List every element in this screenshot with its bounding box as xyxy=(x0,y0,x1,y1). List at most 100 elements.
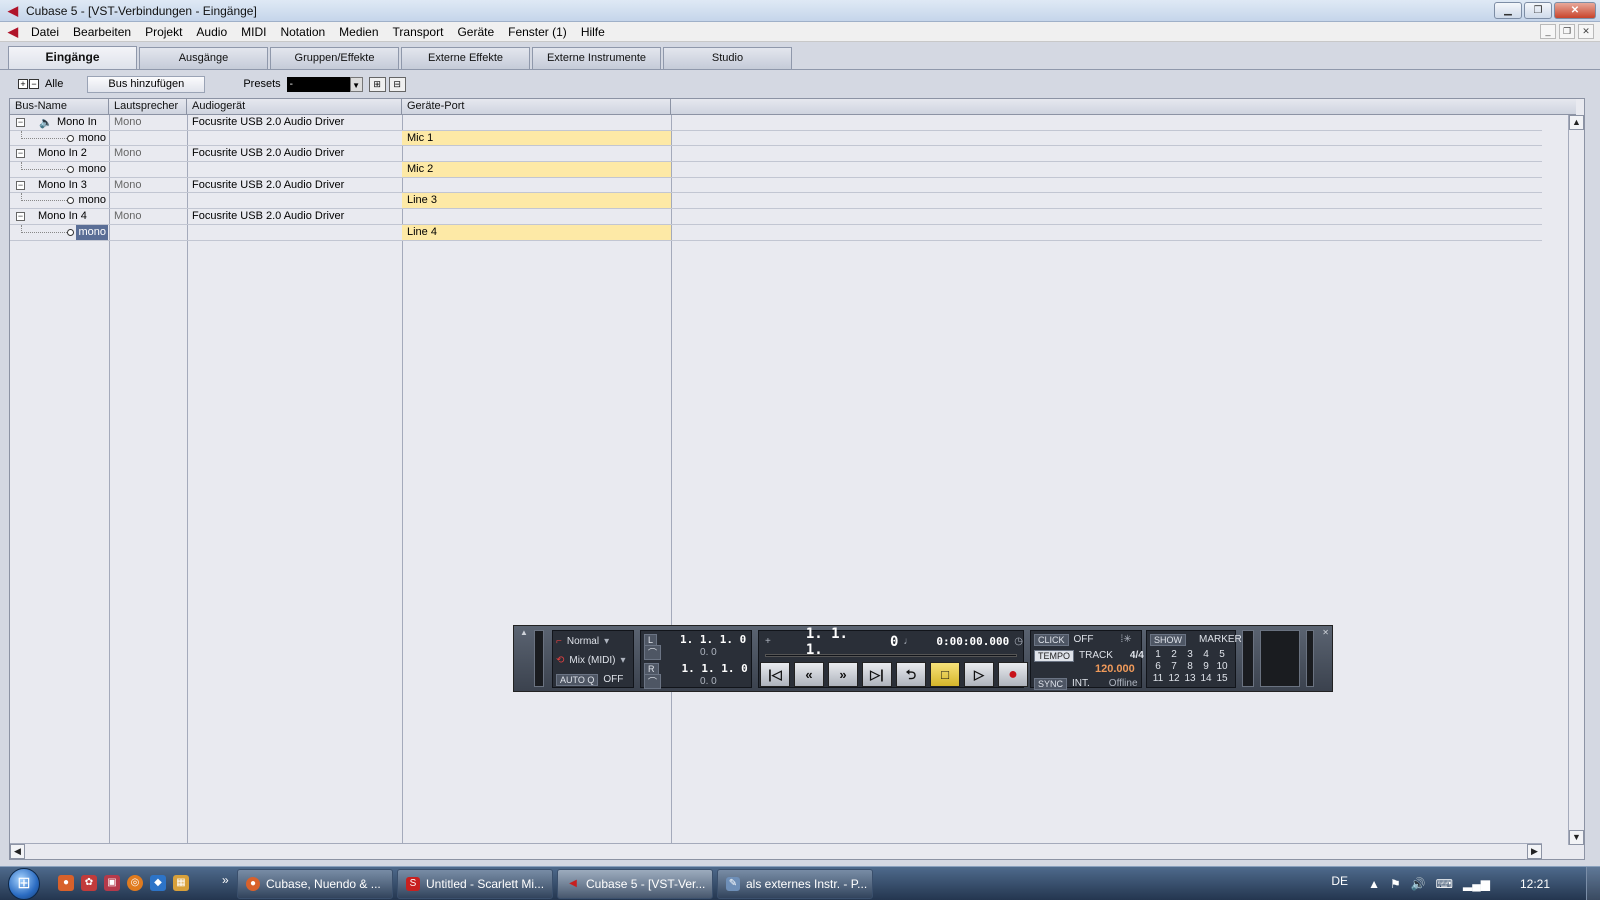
device-port[interactable] xyxy=(402,115,671,130)
clock-icon[interactable]: ◷ xyxy=(1014,636,1023,647)
speaker-config[interactable]: Mono xyxy=(109,178,187,193)
close-icon[interactable]: ✕ xyxy=(1322,628,1329,637)
sync-button[interactable]: SYNC xyxy=(1034,677,1068,690)
collapse-icon[interactable]: − xyxy=(16,149,25,159)
channel-name[interactable]: mono xyxy=(76,131,108,146)
scroll-left-icon[interactable]: ◀ xyxy=(10,844,25,859)
show-markers-button[interactable]: SHOW xyxy=(1150,633,1186,646)
punch-in-icon[interactable]: ⌒ xyxy=(644,645,662,660)
table-row[interactable]: − Mono In 2 Mono Focusrite USB 2.0 Audio… xyxy=(10,146,1542,163)
scroll-up-icon[interactable]: ▲ xyxy=(1569,115,1584,130)
click-button[interactable]: CLICK xyxy=(1034,633,1069,646)
position-time[interactable]: 0:00:00.000 xyxy=(936,635,1009,648)
menu-fenster[interactable]: Fenster (1) xyxy=(501,25,574,39)
table-row[interactable]: mono Line 3 xyxy=(10,193,1542,210)
volume-icon[interactable]: 🔊 xyxy=(1411,877,1426,891)
add-bus-button[interactable]: Bus hinzufügen xyxy=(87,75,206,93)
action-center-icon[interactable]: ⚑ xyxy=(1390,877,1401,891)
audio-device[interactable]: Focusrite USB 2.0 Audio Driver xyxy=(187,209,402,224)
bus-name[interactable]: Mono In 4 xyxy=(38,209,87,224)
marker-button[interactable]: 9 xyxy=(1198,661,1214,672)
tempo-button[interactable]: TEMPO xyxy=(1034,649,1075,662)
tab-gruppen-effekte[interactable]: Gruppen/Effekte xyxy=(270,47,399,69)
start-button[interactable]: ⊞ xyxy=(8,868,40,900)
marker-button[interactable]: 5 xyxy=(1214,649,1230,660)
collapse-all-icon[interactable]: − xyxy=(29,79,39,89)
precount-icon[interactable]: ⁞✳ xyxy=(1121,634,1132,645)
marker-button[interactable]: 4 xyxy=(1198,649,1214,660)
app-icon[interactable]: ◎ xyxy=(127,875,143,891)
punch-out-icon[interactable]: ⌒ xyxy=(644,674,662,689)
stop-button[interactable]: □ xyxy=(930,662,960,687)
marker-button[interactable]: 14 xyxy=(1198,673,1214,684)
horizontal-scrollbar[interactable]: ◀ ▶ xyxy=(10,843,1542,859)
cubase-menu-icon[interactable]: ◀ xyxy=(8,24,24,40)
menu-projekt[interactable]: Projekt xyxy=(138,25,189,39)
minimize-button[interactable]: ▁ xyxy=(1494,2,1522,19)
tab-eingaenge[interactable]: Eingänge xyxy=(8,46,137,70)
show-hidden-icons-icon[interactable]: ▲ xyxy=(1368,877,1380,891)
app-icon[interactable]: ▣ xyxy=(104,875,120,891)
menu-transport[interactable]: Transport xyxy=(386,25,451,39)
tab-ausgaenge[interactable]: Ausgänge xyxy=(139,47,268,69)
left-locator-icon[interactable]: L xyxy=(644,633,658,646)
channel-name-selected[interactable]: mono xyxy=(76,224,108,240)
menu-geraete[interactable]: Geräte xyxy=(450,25,501,39)
taskbar-item[interactable]: ● Cubase, Nuendo & ... xyxy=(237,869,393,899)
chevron-down-icon[interactable]: ▾ xyxy=(621,655,626,666)
channel-name[interactable]: mono xyxy=(76,162,108,177)
device-port[interactable]: Mic 1 xyxy=(402,130,671,146)
marker-button[interactable]: 13 xyxy=(1182,673,1198,684)
device-port[interactable]: Line 4 xyxy=(402,224,671,240)
doc-close-button[interactable]: ✕ xyxy=(1578,24,1594,39)
time-signature[interactable]: 4/4 xyxy=(1130,650,1144,661)
tab-externe-effekte[interactable]: Externe Effekte xyxy=(401,47,530,69)
go-to-end-button[interactable]: ▷| xyxy=(862,662,892,687)
marker-button[interactable]: 15 xyxy=(1214,673,1230,684)
bus-name[interactable]: Mono In xyxy=(57,115,97,130)
marker-button[interactable]: 11 xyxy=(1150,673,1166,684)
menu-bearbeiten[interactable]: Bearbeiten xyxy=(66,25,138,39)
expand-all-icon[interactable]: + xyxy=(18,79,28,89)
position-bars[interactable]: 1. 1. 1. xyxy=(806,626,873,658)
remove-preset-icon[interactable]: ⊟ xyxy=(388,76,406,92)
cubase-logo-icon[interactable]: ◀ xyxy=(6,3,20,18)
marker-button[interactable]: 2 xyxy=(1166,649,1182,660)
nudge-plus-icon[interactable]: + xyxy=(765,636,771,647)
chevron-down-icon[interactable]: ▼ xyxy=(349,76,363,92)
device-port[interactable]: Mic 2 xyxy=(402,162,671,177)
bus-name[interactable]: Mono In 2 xyxy=(38,146,87,161)
marker-button[interactable]: 12 xyxy=(1166,673,1182,684)
table-row[interactable]: − Mono In 3 Mono Focusrite USB 2.0 Audio… xyxy=(10,178,1542,194)
chevron-down-icon[interactable]: ▾ xyxy=(604,636,609,647)
speaker-config[interactable]: Mono xyxy=(109,209,187,224)
record-mode[interactable]: Normal xyxy=(567,636,599,647)
app-icon[interactable]: ✿ xyxy=(81,875,97,891)
more-icon[interactable]: » xyxy=(222,873,229,887)
network-icon[interactable]: ▂▄▆ xyxy=(1463,877,1490,891)
audio-device[interactable]: Focusrite USB 2.0 Audio Driver xyxy=(187,115,402,130)
collapse-icon[interactable]: − xyxy=(16,180,25,190)
menu-notation[interactable]: Notation xyxy=(273,25,332,39)
scroll-down-icon[interactable]: ▼ xyxy=(1569,830,1584,845)
marker-button[interactable]: 6 xyxy=(1150,661,1166,672)
scroll-right-icon[interactable]: ▶ xyxy=(1527,844,1542,859)
transport-drag-handle[interactable]: ▲ xyxy=(516,628,532,690)
table-row[interactable]: − 🔈 Mono In Mono Focusrite USB 2.0 Audio… xyxy=(10,115,1542,131)
marker-button[interactable]: 3 xyxy=(1182,649,1198,660)
show-desktop-button[interactable] xyxy=(1586,867,1600,900)
header-bus-name[interactable]: Bus-Name xyxy=(10,99,109,115)
audio-device[interactable]: Focusrite USB 2.0 Audio Driver xyxy=(187,178,402,193)
marker-button[interactable]: 7 xyxy=(1166,661,1182,672)
cycle-button[interactable]: ⮌ xyxy=(896,662,926,687)
clock[interactable]: 12:21 xyxy=(1520,877,1550,891)
store-preset-icon[interactable]: ⊞ xyxy=(368,76,386,92)
table-row[interactable]: − Mono In 4 Mono Focusrite USB 2.0 Audio… xyxy=(10,209,1542,225)
master-level-slider[interactable] xyxy=(1306,630,1314,687)
marker-button[interactable]: 1 xyxy=(1150,649,1166,660)
doc-minimize-button[interactable]: _ xyxy=(1540,24,1556,39)
menu-audio[interactable]: Audio xyxy=(189,25,234,39)
header-geraete-port[interactable]: Geräte-Port xyxy=(402,99,671,115)
firefox-icon[interactable]: ● xyxy=(58,875,74,891)
transport-panel[interactable]: ▲ ⌐ Normal ▾ ⟲ Mix (MIDI) ▾ AUTO Q OFF L… xyxy=(513,625,1333,692)
